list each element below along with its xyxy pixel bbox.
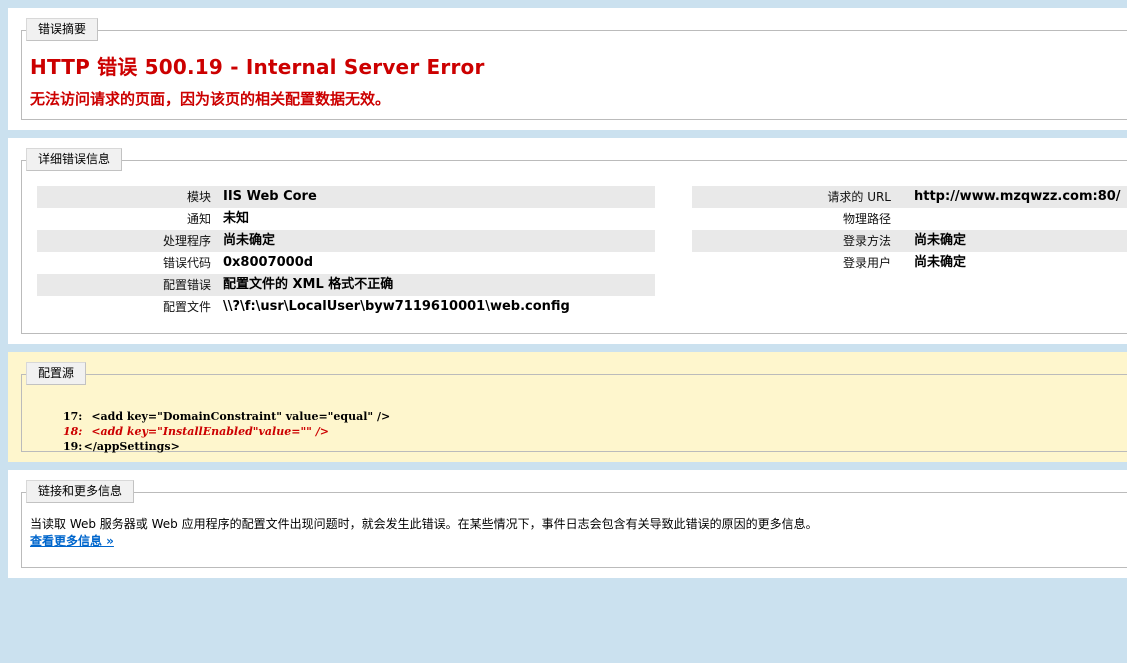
detail-row-physical-path: 物理路径 (692, 208, 1127, 230)
detail-row-logon-method: 登录方法 尚未确定 (692, 230, 1127, 252)
detail-label: 处理程序 (162, 234, 211, 248)
detailed-error-legend: 详细错误信息 (26, 148, 123, 171)
config-source-legend: 配置源 (26, 362, 87, 385)
detail-row-module: 模块 IIS Web Core (37, 186, 655, 208)
detail-value: 尚未确定 (223, 233, 276, 248)
detail-value: 尚未确定 (914, 233, 967, 248)
more-info-text: 当读取 Web 服务器或 Web 应用程序的配置文件出现问题时，就会发生此错误。… (30, 517, 818, 531)
code-line-text: <add key="InstallEnabled"value="" /> (76, 425, 329, 438)
detail-row-config-file: 配置文件 \\?\f:\usr\LocalUser\byw7119610001\… (37, 296, 655, 318)
page-subtitle: 无法访问请求的页面，因为该页的相关配置数据无效。 (30, 90, 391, 108)
code-line-text: <add key="DomainConstraint" value="equal… (76, 410, 391, 423)
detail-label: 登录用户 (842, 256, 891, 270)
detail-row-requested-url: 请求的 URL http://www.mzqwzz.com:80/ (692, 186, 1127, 208)
detail-row-config-error: 配置错误 配置文件的 XML 格式不正确 (37, 274, 655, 296)
detail-value: http://www.mzqwzz.com:80/ (914, 189, 1121, 204)
error-summary-legend: 错误摘要 (26, 18, 99, 41)
detail-row-logon-user: 登录用户 尚未确定 (692, 252, 1127, 274)
detail-value: 尚未确定 (914, 255, 967, 270)
detail-label: 通知 (186, 212, 211, 226)
detail-label: 配置错误 (162, 278, 211, 292)
detail-value: 配置文件的 XML 格式不正确 (223, 277, 394, 292)
detail-row-notification: 通知 未知 (37, 208, 655, 230)
detail-label: 物理路径 (842, 212, 891, 226)
detail-value: 0x8007000d (223, 255, 314, 270)
detail-label: 配置文件 (162, 300, 211, 314)
detail-row-handler: 处理程序 尚未确定 (37, 230, 655, 252)
more-info-link[interactable]: 查看更多信息 » (30, 532, 114, 549)
detail-label: 请求的 URL (827, 190, 891, 204)
code-line-text: </appSettings> (76, 440, 180, 453)
code-line-19: 19: </appSettings> (56, 427, 180, 453)
more-info-legend: 链接和更多信息 (26, 480, 135, 503)
detail-value: IIS Web Core (223, 189, 317, 204)
detail-row-error-code: 错误代码 0x8007000d (37, 252, 655, 274)
detail-label: 错误代码 (162, 256, 211, 270)
detail-label: 模块 (186, 190, 211, 204)
page-title: HTTP 错误 500.19 - Internal Server Error (30, 55, 485, 79)
detail-value: 未知 (223, 211, 250, 226)
detail-label: 登录方法 (842, 234, 891, 248)
detail-value: \\?\f:\usr\LocalUser\byw7119610001\web.c… (223, 299, 570, 314)
